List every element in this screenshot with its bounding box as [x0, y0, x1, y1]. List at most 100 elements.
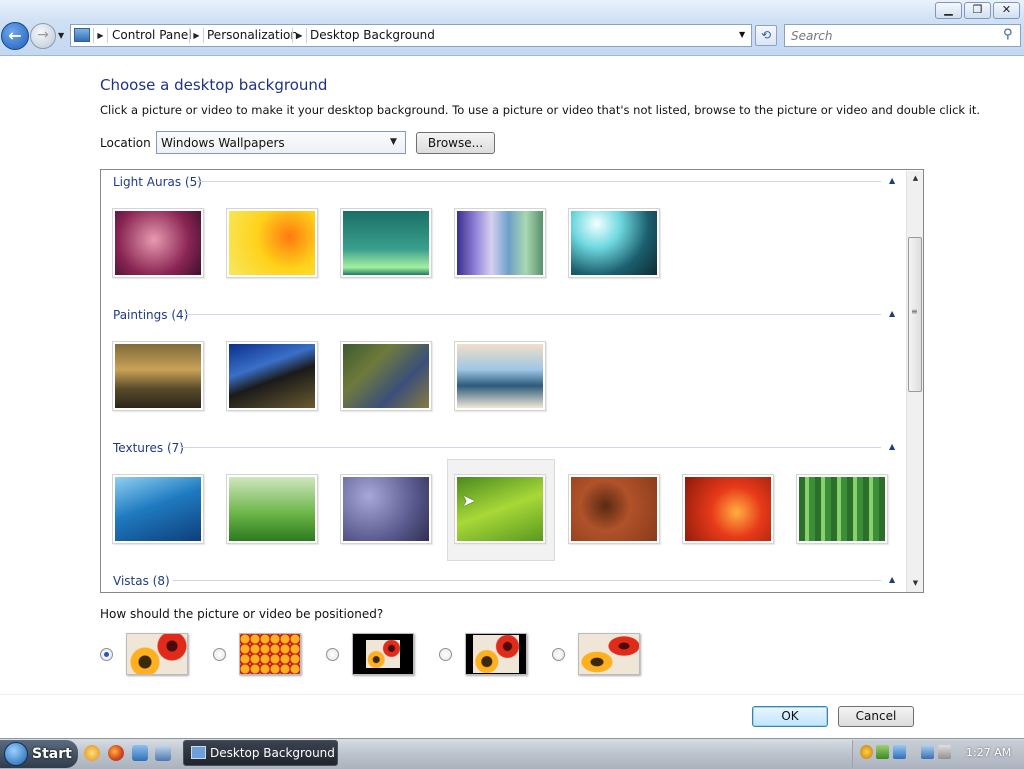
group-divider: [185, 314, 881, 315]
position-option-fill[interactable]: [126, 633, 188, 675]
media-icon[interactable]: [84, 745, 100, 761]
show-desktop-icon[interactable]: [132, 745, 148, 761]
wallpaper-thumbnail[interactable]: [112, 208, 204, 278]
firefox-icon[interactable]: [108, 745, 124, 761]
divider: [0, 694, 1024, 695]
taskbar-item-desktop-background[interactable]: Desktop Background: [183, 740, 338, 766]
wallpaper-image: [571, 211, 657, 275]
network-icon[interactable]: [876, 745, 889, 759]
wallpaper-thumbnail[interactable]: [454, 341, 546, 411]
mouse-cursor-icon: ➤: [462, 491, 476, 510]
wallpaper-thumbnail[interactable]: [796, 474, 888, 544]
recent-pages-icon[interactable]: ▼: [58, 31, 64, 40]
refresh-button[interactable]: ⟲: [755, 25, 777, 46]
collapse-icon[interactable]: ▲: [889, 176, 895, 185]
group-divider: [181, 447, 881, 448]
wallpaper-gallery: Light Auras (5) ▲ Paintings (4) ▲ Textur…: [100, 169, 924, 593]
wallpaper-image: [457, 211, 543, 275]
wallpaper-thumbnail[interactable]: [682, 474, 774, 544]
wallpaper-thumbnail[interactable]: [112, 341, 204, 411]
location-dropdown[interactable]: Windows Wallpapers: [156, 131, 406, 154]
group-label-paintings[interactable]: Paintings (4): [113, 308, 188, 322]
location-label: Location: [100, 136, 151, 150]
wallpaper-image: [229, 477, 315, 541]
security-shield-icon[interactable]: [860, 745, 873, 759]
group-divider: [173, 580, 881, 581]
position-radio-tile[interactable]: [213, 648, 226, 661]
position-radio-fill[interactable]: [100, 648, 113, 661]
search-input[interactable]: Search: [784, 24, 1021, 47]
wallpaper-image: [115, 477, 201, 541]
wallpaper-thumbnail[interactable]: [340, 474, 432, 544]
wallpaper-thumbnail[interactable]: [568, 208, 660, 278]
wallpaper-thumbnail[interactable]: [226, 341, 318, 411]
chevron-down-icon[interactable]: ▼: [390, 137, 397, 147]
browse-button[interactable]: Browse...: [416, 132, 495, 154]
wallpaper-image: [799, 477, 885, 541]
maximize-button[interactable]: ❐: [964, 2, 991, 19]
group-label-light-auras[interactable]: Light Auras (5): [113, 175, 202, 189]
position-option-fit[interactable]: [465, 633, 527, 675]
windows-logo-icon: [4, 742, 28, 766]
group-label-textures[interactable]: Textures (7): [113, 441, 184, 455]
wallpaper-image: [343, 477, 429, 541]
search-icon[interactable]: ⚲: [1003, 27, 1013, 42]
position-option-tile[interactable]: [239, 633, 301, 675]
position-option-center[interactable]: [352, 633, 414, 675]
chevron-right-icon[interactable]: ▶: [292, 28, 307, 43]
collapse-icon[interactable]: ▲: [889, 309, 895, 318]
wallpaper-image: [229, 344, 315, 408]
wallpaper-image: [343, 211, 429, 275]
group-label-vistas[interactable]: Vistas (8): [113, 574, 170, 588]
wallpaper-image: [229, 211, 315, 275]
minimize-button[interactable]: ▁: [935, 2, 962, 19]
wallpaper-thumbnail[interactable]: [454, 208, 546, 278]
position-radio-center[interactable]: [326, 648, 339, 661]
vertical-scrollbar[interactable]: ▲ ≡ ▼: [906, 171, 923, 592]
wallpaper-image: [457, 344, 543, 408]
switch-windows-icon[interactable]: [155, 745, 171, 761]
wallpaper-thumbnail[interactable]: [226, 474, 318, 544]
forward-button[interactable]: →: [30, 23, 56, 49]
scroll-down-icon[interactable]: ▼: [907, 579, 923, 587]
wallpaper-image: [571, 477, 657, 541]
scroll-up-icon[interactable]: ▲: [907, 174, 923, 182]
close-button[interactable]: ✕: [993, 2, 1020, 19]
control-panel-icon: [74, 28, 90, 42]
volume-muted-icon[interactable]: [938, 745, 951, 759]
wallpaper-thumbnail[interactable]: [568, 474, 660, 544]
breadcrumb-control-panel[interactable]: Control Panel: [112, 28, 192, 42]
wallpaper-image: [685, 477, 771, 541]
position-preview-image: [366, 640, 400, 668]
address-bar[interactable]: ▶ Control Panel ▶ Personalization ▶ Desk…: [70, 24, 752, 47]
wallpaper-image: [343, 344, 429, 408]
chevron-right-icon[interactable]: ▶: [189, 28, 204, 43]
position-radio-fit[interactable]: [439, 648, 452, 661]
grip-icon: ≡: [911, 307, 918, 316]
position-option-stretch[interactable]: [578, 633, 640, 675]
breadcrumb-desktop-background[interactable]: Desktop Background: [310, 28, 435, 42]
collapse-icon[interactable]: ▲: [889, 575, 895, 584]
control-panel-icon: [191, 746, 206, 759]
chevron-down-icon[interactable]: ▼: [739, 30, 745, 39]
page-title: Choose a desktop background: [100, 76, 328, 94]
clock[interactable]: 1:27 AM: [966, 746, 1011, 759]
collapse-icon[interactable]: ▲: [889, 442, 895, 451]
ok-button[interactable]: OK: [752, 706, 828, 727]
wallpaper-image: [115, 211, 201, 275]
wallpaper-thumbnail[interactable]: [226, 208, 318, 278]
cancel-button[interactable]: Cancel: [838, 706, 914, 727]
position-radio-stretch[interactable]: [552, 648, 565, 661]
instructions-text: Click a picture or video to make it your…: [100, 103, 981, 117]
back-button[interactable]: ←: [1, 22, 29, 50]
position-preview-image: [473, 635, 519, 673]
monitor-icon[interactable]: [921, 745, 934, 759]
wallpaper-image: [115, 344, 201, 408]
chevron-right-icon[interactable]: ▶: [93, 28, 108, 43]
breadcrumb-personalization[interactable]: Personalization: [207, 28, 298, 42]
wallpaper-thumbnail[interactable]: [340, 208, 432, 278]
device-icon[interactable]: [893, 745, 906, 759]
wallpaper-thumbnail[interactable]: [112, 474, 204, 544]
group-divider: [197, 181, 881, 182]
wallpaper-thumbnail[interactable]: [340, 341, 432, 411]
